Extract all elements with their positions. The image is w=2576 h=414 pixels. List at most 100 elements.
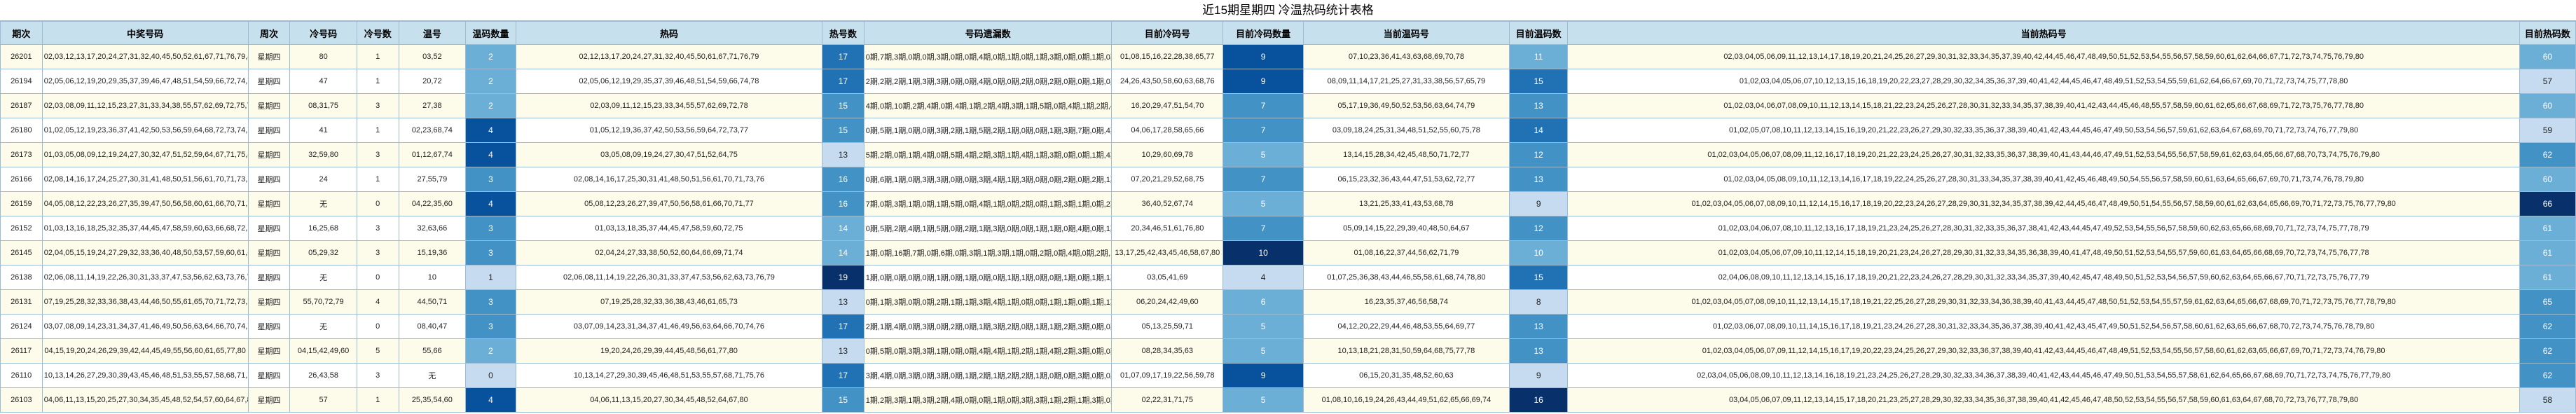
issue-cell: 26166 [0,167,43,192]
table-body: 26201 02,03,12,13,17,20,24,27,31,32,40,45… [0,44,2576,413]
issue-cell: 26201 [0,44,43,69]
cold-count-cell: 3 [356,240,399,265]
winning-numbers-cell: 10,13,14,26,27,29,30,39,43,45,46,48,51,5… [41,363,249,388]
cold-numbers-cell: 04,15,42,49,60 [289,338,357,364]
weekday-cell: 星期四 [247,265,291,290]
current-cold-cell: 16,20,29,47,51,54,70 [1111,93,1224,118]
cold-count-cell: 1 [356,44,399,69]
column-header: 期次 [0,21,43,45]
omission-cell: 1期,0期,0期,0期,0期,1期,0期,1期,0期,0期,1期,1期,0期,0… [863,265,1113,290]
current-warm-count-cell: 8 [1508,289,1569,315]
current-warm-cell: 01,08,10,16,19,24,26,43,44,49,51,62,65,6… [1302,387,1510,413]
cold-numbers-cell: 47 [289,69,357,94]
current-cold-count-cell: 9 [1222,69,1304,94]
warm-count-cell: 4 [465,191,516,216]
hot-count-cell: 15 [822,93,865,118]
weekday-cell: 星期四 [247,44,291,69]
current-hot-count-cell: 61 [2519,216,2576,241]
table-row: 26117 04,15,19,20,24,26,29,39,42,44,45,49… [0,338,2576,364]
page-title: 近15期星期四 冷温热码统计表格 [0,0,2576,21]
hot-numbers-cell: 02,03,09,11,12,15,23,33,34,55,57,62,69,7… [515,93,823,118]
winning-numbers-cell: 04,15,19,20,24,26,29,39,42,44,45,49,55,5… [41,338,249,364]
weekday-cell: 星期四 [247,289,291,315]
cold-count-cell: 5 [356,338,399,364]
issue-cell: 26131 [0,289,43,315]
warm-numbers-cell: 10 [398,265,467,290]
hot-numbers-cell: 05,08,12,23,26,27,39,47,50,56,58,61,66,7… [515,191,823,216]
hot-numbers-cell: 07,19,25,28,32,33,36,38,43,46,61,65,73 [515,289,823,315]
omission-cell: 4期,0期,10期,2期,4期,0期,4期,1期,2期,4期,3期,1期,5期,… [863,93,1113,118]
cold-numbers-cell: 57 [289,387,357,413]
current-cold-count-cell: 5 [1222,191,1304,216]
warm-count-cell: 3 [465,289,516,315]
current-hot-cell: 01,02,03,04,06,07,08,10,11,12,13,16,17,1… [1567,216,2520,241]
hot-count-cell: 17 [822,314,865,339]
table-row: 26173 01,03,05,08,09,12,19,24,27,30,32,47… [0,142,2576,167]
winning-numbers-cell: 02,06,08,11,14,19,22,26,30,31,33,37,47,5… [41,265,249,290]
hot-numbers-cell: 02,06,08,11,14,19,22,26,30,31,33,37,47,5… [515,265,823,290]
current-warm-cell: 01,07,25,36,38,43,44,46,55,58,61,68,74,7… [1302,265,1510,290]
hot-numbers-cell: 02,05,06,12,19,29,35,37,39,46,48,51,54,5… [515,69,823,94]
weekday-cell: 星期四 [247,216,291,241]
current-hot-cell: 01,02,03,04,05,07,08,09,10,11,12,13,14,1… [1567,289,2520,315]
omission-cell: 3期,4期,0期,3期,0期,3期,0期,1期,2期,1期,2期,2期,1期,0… [863,363,1113,388]
weekday-cell: 星期四 [247,93,291,118]
cold-numbers-cell: 24 [289,167,357,192]
cold-numbers-cell: 32,59,80 [289,142,357,167]
issue-cell: 26180 [0,118,43,143]
column-header: 中奖号码 [41,21,249,45]
table-row: 26201 02,03,12,13,17,20,24,27,31,32,40,45… [0,44,2576,69]
hot-numbers-cell: 02,08,14,16,17,25,30,31,41,48,50,51,56,6… [515,167,823,192]
weekday-cell: 星期四 [247,118,291,143]
warm-count-cell: 3 [465,167,516,192]
current-cold-cell: 10,29,60,69,78 [1111,142,1224,167]
current-cold-cell: 20,34,46,51,61,76,80 [1111,216,1224,241]
current-warm-cell: 06,15,23,32,36,43,44,47,51,53,62,72,77 [1302,167,1510,192]
warm-count-cell: 3 [465,240,516,265]
column-header: 冷号码 [289,21,357,45]
issue-cell: 26117 [0,338,43,364]
winning-numbers-cell: 01,03,05,08,09,12,19,24,27,30,32,47,51,5… [41,142,249,167]
hot-count-cell: 19 [822,265,865,290]
current-hot-cell: 01,02,03,04,05,06,07,08,09,10,11,12,14,1… [1567,191,2520,216]
column-header: 热号数 [822,21,865,45]
winning-numbers-cell: 02,05,06,12,19,20,29,35,37,39,46,47,48,5… [41,69,249,94]
cold-count-cell: 1 [356,118,399,143]
current-hot-count-cell: 66 [2519,191,2576,216]
current-cold-cell: 03,05,41,69 [1111,265,1224,290]
cold-numbers-cell: 05,29,32 [289,240,357,265]
omission-cell: 0期,6期,1期,0期,3期,3期,0期,0期,3期,4期,1期,3期,0期,0… [863,167,1113,192]
current-cold-count-cell: 9 [1222,44,1304,69]
column-header: 目前冷码号 [1111,21,1224,45]
warm-numbers-cell: 55,66 [398,338,467,364]
current-warm-cell: 05,09,14,15,22,29,39,40,48,50,64,67 [1302,216,1510,241]
warm-numbers-cell: 08,40,47 [398,314,467,339]
cold-count-cell: 1 [356,69,399,94]
omission-cell: 2期,2期,2期,1期,3期,3期,0期,0期,4期,0期,0期,2期,0期,2… [863,69,1113,94]
omission-cell: 0期,7期,3期,0期,0期,3期,0期,0期,4期,0期,1期,0期,1期,3… [863,44,1113,69]
current-hot-cell: 01,02,03,04,05,06,07,09,11,12,14,15,16,1… [1567,338,2520,364]
warm-numbers-cell: 27,38 [398,93,467,118]
hot-count-cell: 16 [822,191,865,216]
warm-numbers-cell: 44,50,71 [398,289,467,315]
column-header: 温码数量 [465,21,516,45]
warm-numbers-cell: 27,55,79 [398,167,467,192]
current-warm-count-cell: 13 [1508,167,1569,192]
table-row: 26124 03,07,08,09,14,23,31,34,37,41,46,49… [0,314,2576,339]
warm-numbers-cell: 03,52 [398,44,467,69]
weekday-cell: 星期四 [247,142,291,167]
warm-count-cell: 4 [465,118,516,143]
current-hot-count-cell: 57 [2519,69,2576,94]
current-cold-cell: 02,22,31,71,75 [1111,387,1224,413]
issue-cell: 26194 [0,69,43,94]
weekday-cell: 星期四 [247,191,291,216]
issue-cell: 26159 [0,191,43,216]
current-warm-count-cell: 14 [1508,118,1569,143]
winning-numbers-cell: 03,07,08,09,14,23,31,34,37,41,46,49,50,5… [41,314,249,339]
hot-count-cell: 17 [822,363,865,388]
warm-count-cell: 3 [465,216,516,241]
warm-numbers-cell: 15,19,36 [398,240,467,265]
current-warm-count-cell: 15 [1508,69,1569,94]
column-header: 目前温码数 [1508,21,1569,45]
cold-numbers-cell: 55,70,72,79 [289,289,357,315]
